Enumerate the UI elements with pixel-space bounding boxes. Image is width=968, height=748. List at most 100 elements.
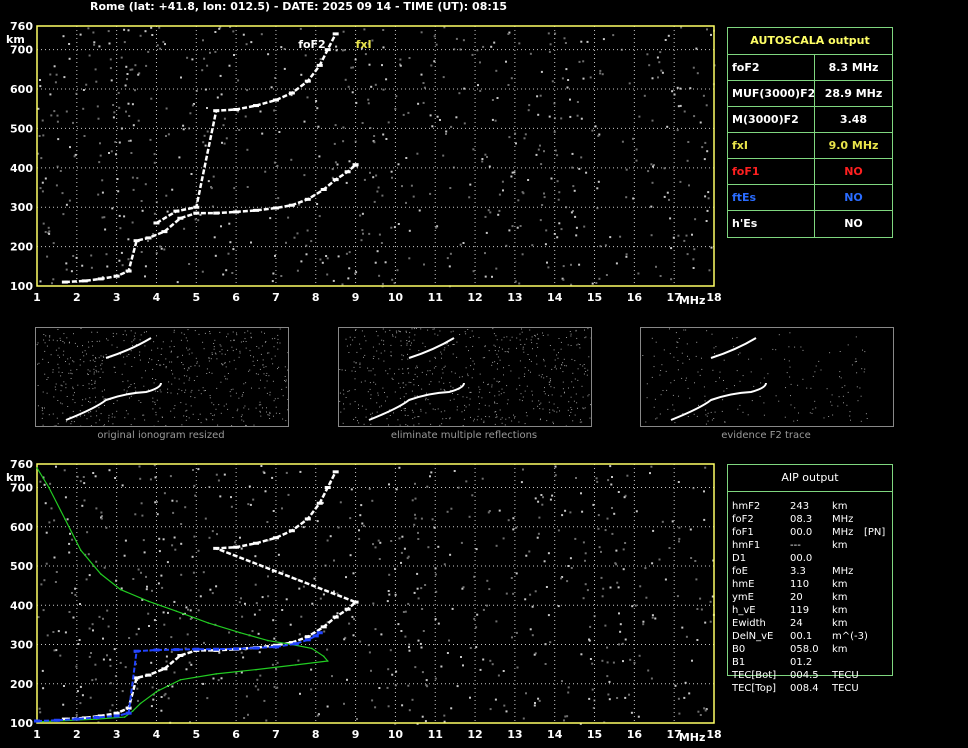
y-tick-label: 100 <box>10 280 33 293</box>
profile-point <box>179 679 182 681</box>
aip-row: D1 00.0 <box>732 553 892 566</box>
aip-unit: km <box>832 592 848 603</box>
autoscala-label: M(3000)F2 <box>732 113 799 126</box>
x-tick-label: 8 <box>312 291 320 304</box>
x-tick-label: 14 <box>547 291 563 304</box>
aip-row: hmF1 --- km <box>732 540 892 553</box>
profile-point <box>131 710 134 713</box>
aip-unit: m^(-3) <box>832 631 868 642</box>
x-tick-label: 3 <box>113 728 121 741</box>
x-tick-label: 1 <box>33 728 41 741</box>
thumb-trace-upper <box>710 337 757 359</box>
aip-name: foE <box>732 566 748 577</box>
aip-unit: MHz <box>832 527 854 538</box>
aip-name: TEC[Bot] <box>732 670 777 681</box>
aip-title: AIP output <box>728 465 892 492</box>
aip-value: 00.0 <box>790 527 813 538</box>
autoscala-label: MUF(3000)F2 <box>732 87 816 100</box>
aip-value: 110 <box>790 579 810 590</box>
aip-unit: km <box>832 618 848 629</box>
profile-point <box>155 690 158 693</box>
x-tick-label: 4 <box>153 291 161 304</box>
foF2-marker: foF2 <box>298 38 326 51</box>
x-tick-label: 16 <box>627 291 643 304</box>
y-tick-label: 600 <box>10 83 33 96</box>
caption-evidence: evidence F2 trace <box>721 430 811 441</box>
noise-speckle <box>37 464 715 725</box>
autoscala-value: NO <box>814 159 892 185</box>
aip-value: 3.3 <box>790 566 806 577</box>
aip-unit: km <box>832 644 848 655</box>
profile-point <box>139 702 142 705</box>
x-tick-label: 14 <box>547 728 563 741</box>
aip-unit: km <box>832 605 848 616</box>
autoscala-table: AUTOSCALA output foF2 8.3 MHz MUF(3000)F2 2… <box>727 27 893 238</box>
aip-name: hmF1 <box>732 540 761 551</box>
noise-speckle <box>37 26 716 288</box>
x-tick-label: 10 <box>388 728 404 741</box>
trace-line <box>64 471 358 721</box>
aip-unit: MHz <box>832 514 854 525</box>
autoscala-label: ftEs <box>732 191 757 204</box>
aip-name: D1 <box>732 553 747 564</box>
y-tick-label: 500 <box>10 560 33 573</box>
x-tick-label: 6 <box>232 728 240 741</box>
y-tick-label: 300 <box>10 639 33 652</box>
aip-unit: TECU <box>832 683 859 694</box>
autoscala-row: ftEs NO <box>728 184 892 211</box>
aip-value: --- <box>790 540 801 551</box>
x-tick-label: 11 <box>428 291 443 304</box>
x-tick-label: 16 <box>627 728 643 741</box>
profile-point <box>267 639 269 642</box>
aip-row: foF2 08.3 MHz <box>732 514 892 527</box>
aip-value: 08.3 <box>790 514 813 525</box>
aip-name: B1 <box>732 657 746 668</box>
x-tick-label: 13 <box>507 728 522 741</box>
autoscala-row: fxI 9.0 MHz <box>728 132 892 159</box>
y-tick-label: 200 <box>10 678 33 691</box>
profile-point <box>64 518 66 520</box>
aip-value: 24 <box>790 618 803 629</box>
x-tick-label: 10 <box>388 291 404 304</box>
autoscala-label: fxI <box>732 139 748 152</box>
aip-name: hmF2 <box>732 501 761 512</box>
aip-row: h_vE 119 km <box>732 605 892 618</box>
autoscala-row: foF2 8.3 MHz <box>728 54 892 81</box>
y-tick-label: 400 <box>10 599 33 612</box>
aip-unit: TECU <box>832 670 859 681</box>
x-tick-label: 12 <box>467 291 482 304</box>
thumbnail-evidence <box>640 327 894 427</box>
aip-row: B0 058.0 km <box>732 644 892 657</box>
autoscala-value: 9.0 MHz <box>814 133 892 159</box>
profile-point <box>80 549 82 552</box>
thumbnail-original <box>35 327 289 427</box>
y-tick-label: 760 <box>10 458 33 471</box>
trace-line <box>64 163 357 284</box>
x-tick-label: 15 <box>587 291 602 304</box>
thumb-trace-upper <box>408 337 455 359</box>
y-tick-label: 100 <box>10 717 33 730</box>
x-tick-label: 3 <box>113 291 121 304</box>
y-tick-label: 500 <box>10 122 33 135</box>
thumbnail-eliminate <box>338 327 592 427</box>
x-tick-label: 7 <box>272 728 280 741</box>
aip-value: 008.4 <box>790 683 819 694</box>
x-tick-label: 7 <box>272 291 280 304</box>
green-profile-line <box>36 467 329 723</box>
aip-unit: km <box>832 501 848 512</box>
x-tick-label: 8 <box>312 728 320 741</box>
aip-name: DelN_vE <box>732 631 774 642</box>
aip-unit: km <box>832 579 848 590</box>
aip-row: ymE 20 km <box>732 592 892 605</box>
aip-value: 058.0 <box>790 644 819 655</box>
autoscala-label: h'Es <box>732 217 758 230</box>
profile-point <box>239 631 241 634</box>
x-tick-label: 4 <box>153 728 161 741</box>
autoscala-row: h'Es NO <box>728 210 892 237</box>
x-tick-label: 9 <box>352 728 360 741</box>
y-unit-label: km <box>6 33 25 46</box>
x-tick-label: 13 <box>507 291 522 304</box>
aip-name: foF2 <box>732 514 754 525</box>
autoscala-value: 28.9 MHz <box>814 81 892 107</box>
aip-unit: MHz <box>832 566 854 577</box>
